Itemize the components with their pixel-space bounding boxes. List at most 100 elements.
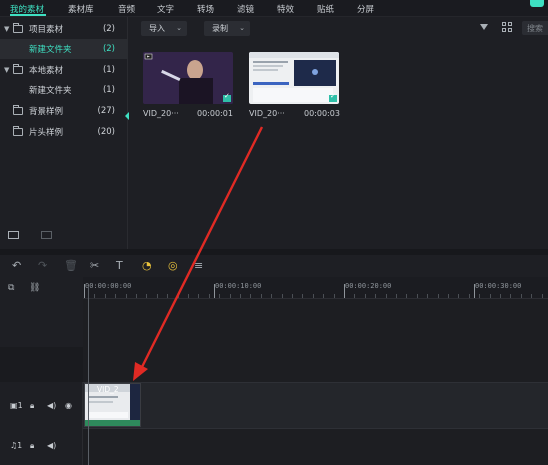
ruler-tick <box>375 294 377 298</box>
grid-view-icon[interactable] <box>502 22 512 32</box>
media-item[interactable] <box>143 52 233 104</box>
redo-icon[interactable]: ↷ <box>38 260 47 271</box>
import-dropdown[interactable]: 导入 ⌄ <box>141 21 187 36</box>
folder-icon <box>13 23 23 33</box>
timeline-clip[interactable]: VID_2 <box>84 383 141 427</box>
ruler-major-tick <box>474 284 475 298</box>
ruler-tick <box>520 294 522 298</box>
folder-local-media[interactable]: ▼ 本地素材 (1) <box>0 60 128 80</box>
adjust-icon[interactable]: ≡ <box>194 260 203 271</box>
music-track-icon: ♫1 <box>10 441 23 450</box>
video-thumbnail <box>143 52 233 104</box>
tab-filters[interactable]: 滤镜 <box>237 3 254 15</box>
ruler-tick <box>281 294 283 298</box>
ruler-tick <box>104 294 106 298</box>
expand-arrow-icon[interactable]: ▼ <box>4 66 9 74</box>
delete-icon[interactable]: 🗑 <box>64 260 78 271</box>
filter-icon[interactable] <box>480 24 488 30</box>
tab-stickers[interactable]: 贴纸 <box>317 3 334 15</box>
media-item[interactable] <box>249 52 339 104</box>
lock-icon[interactable]: 🔒︎ <box>30 401 34 411</box>
text-tool-icon[interactable]: T <box>116 260 123 271</box>
ruler-label: 00:00:20:00 <box>345 282 392 290</box>
search-input[interactable]: 搜索 <box>522 21 548 35</box>
ruler-tick <box>125 294 127 298</box>
ruler-tick <box>500 294 501 298</box>
corner-button[interactable] <box>530 0 544 7</box>
expand-arrow-icon[interactable]: ▼ <box>4 25 9 33</box>
undo-icon[interactable]: ↶ <box>12 260 21 271</box>
ruler-tick <box>271 294 273 298</box>
ruler-tick <box>510 294 512 298</box>
ruler-tick <box>385 294 387 298</box>
media-duration: 00:00:01 <box>197 109 233 118</box>
folder-new-folder-2[interactable]: 新建文件夹 (1) <box>0 80 128 100</box>
folder-icon <box>13 105 23 115</box>
lock-icon[interactable]: 🔒︎ <box>30 441 34 451</box>
audio-track-header: ♫1 🔒︎ ◀) <box>0 429 83 465</box>
folder-intro-samples[interactable]: 片头样例 (20) <box>0 122 128 142</box>
link-icon[interactable]: ⛓ <box>29 283 40 294</box>
record-dropdown[interactable]: 录制 ⌄ <box>204 21 250 36</box>
video-track-header: ▣1 🔒︎ ◀) ◉ <box>0 382 83 429</box>
tab-media-library[interactable]: 素材库 <box>68 3 94 15</box>
folder-project-media[interactable]: ▼ 项目素材 (2) <box>0 19 128 39</box>
ruler-tick <box>333 294 335 298</box>
ruler-major-tick <box>84 284 85 298</box>
folder-icon <box>13 64 23 74</box>
time-ruler[interactable]: 00:00:00:00 00:00:10:00 00:00:20:00 00:0… <box>83 277 548 299</box>
media-duration: 00:00:03 <box>304 109 340 118</box>
ruler-tick <box>427 294 429 298</box>
ruler-label: 00:00:10:00 <box>215 282 262 290</box>
ruler-tick <box>198 294 200 298</box>
volume-icon[interactable]: ◀) <box>47 401 56 410</box>
ruler-tick <box>292 294 293 298</box>
media-grid: VID_20··· 00:00:01 VID_20··· 00:00:03 <box>129 39 548 249</box>
chevron-down-icon: ⌄ <box>176 24 182 32</box>
ruler-tick <box>260 294 262 298</box>
ruler-tick <box>94 294 96 298</box>
ruler-tick <box>229 294 231 298</box>
tab-split-screen[interactable]: 分屏 <box>357 3 374 15</box>
ruler-tick <box>312 294 314 298</box>
ruler-major-tick <box>214 284 215 298</box>
media-toolbar: 导入 ⌄ 录制 ⌄ 搜索 <box>129 17 548 39</box>
checkmark-icon <box>223 92 231 102</box>
ruler-tick <box>156 294 158 298</box>
color-icon[interactable]: ◎ <box>168 260 178 271</box>
eye-icon[interactable]: ◉ <box>65 401 72 410</box>
ruler-tick <box>302 294 304 298</box>
tab-effects[interactable]: 特效 <box>277 3 294 15</box>
checkmark-icon <box>329 92 337 102</box>
move-folder-icon[interactable] <box>41 231 52 239</box>
playhead[interactable] <box>88 286 89 465</box>
new-folder-icon[interactable] <box>8 231 19 239</box>
video-editor-window: 我的素材 素材库 音频 文字 转场 滤镜 特效 贴纸 分屏 ▼ 项目素材 (2)… <box>0 0 548 465</box>
tab-transitions[interactable]: 转场 <box>197 3 214 15</box>
empty-track-row <box>0 347 83 382</box>
ruler-tick <box>167 294 169 298</box>
volume-icon[interactable]: ◀) <box>47 441 56 450</box>
ruler-tick <box>541 294 543 298</box>
ruler-tick <box>136 294 137 298</box>
ruler-major-tick <box>344 284 345 298</box>
media-name: VID_20··· <box>249 109 285 118</box>
snap-icon[interactable]: ⧉ <box>8 283 14 294</box>
speed-icon[interactable]: ◔ <box>142 260 152 271</box>
ruler-tick <box>468 294 470 298</box>
ruler-tick <box>323 294 325 298</box>
video-track[interactable] <box>83 382 548 429</box>
video-track-icon: ▣1 <box>10 401 23 410</box>
ruler-tick <box>479 294 481 298</box>
tab-text[interactable]: 文字 <box>157 3 174 15</box>
ruler-tick <box>219 294 221 298</box>
ruler-tick <box>396 294 397 298</box>
cut-icon[interactable]: ✂ <box>90 260 99 271</box>
tab-audio[interactable]: 音频 <box>118 3 135 15</box>
ruler-label: 00:00:30:00 <box>475 282 522 290</box>
ruler-tick <box>531 294 533 298</box>
ruler-tick <box>115 294 117 298</box>
chevron-down-icon: ⌄ <box>239 24 245 32</box>
folder-new-folder-1[interactable]: 新建文件夹 (2) <box>0 39 128 59</box>
folder-background-samples[interactable]: 背景样例 (27) <box>0 101 128 121</box>
